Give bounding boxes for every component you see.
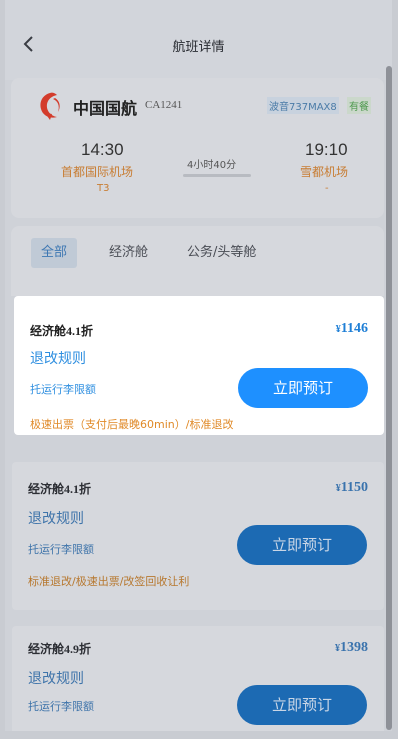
offer-tags: 标准退改/极速出票/改签回收让利 <box>28 575 190 588</box>
arrival-airport: 雪都机场 <box>300 165 349 179</box>
price-value: 1150 <box>340 480 368 495</box>
aircraft-badge: 波音737MAX8 <box>267 97 339 114</box>
offer-tags: 极速出票（支付后最晚60min）/标准退改 <box>30 418 234 431</box>
tab-all[interactable]: 全部 <box>31 238 78 268</box>
tab-business-first[interactable]: 公务/头等舱 <box>177 238 266 268</box>
departure-terminal: T3 <box>97 183 110 194</box>
tab-economy[interactable]: 经济舱 <box>99 238 158 268</box>
flight-info-card: 中国国航 CA1241 波音737MAX8 有餐 14:30 首都国际机场 T3… <box>11 78 384 218</box>
refund-rules-link[interactable]: 退改规则 <box>28 668 84 688</box>
flight-number: CA1241 <box>145 99 183 111</box>
price-value: 1146 <box>340 321 368 336</box>
offer-card-highlighted: 经济舱4.1折 ¥1146 退改规则 托运行李限额 立即预订 极速出票（支付后最… <box>14 296 384 435</box>
cabin-class: 经济舱4.1折 <box>28 482 92 496</box>
departure-airport: 首都国际机场 <box>61 165 134 179</box>
duration-line <box>183 174 251 177</box>
refund-rules-link[interactable]: 退改规则 <box>28 508 84 528</box>
air-china-logo-icon <box>33 89 67 123</box>
baggage-allowance-link[interactable]: 托运行李限额 <box>28 698 94 714</box>
airline-name: 中国国航 <box>73 101 138 118</box>
baggage-allowance-link[interactable]: 托运行李限额 <box>28 541 94 557</box>
baggage-allowance-link[interactable]: 托运行李限额 <box>30 381 96 397</box>
book-now-button[interactable]: 立即预订 <box>238 368 368 408</box>
flight-duration: 4小时40分 <box>187 160 237 171</box>
cabin-class: 经济舱4.9折 <box>28 642 92 656</box>
book-now-button[interactable]: 立即预订 <box>237 525 367 565</box>
arrival-time: 19:10 <box>305 140 348 159</box>
scrollbar[interactable] <box>386 66 392 730</box>
arrival-terminal: - <box>325 183 329 194</box>
offer-card: 经济舱4.1折 ¥1150 退改规则 托运行李限额 立即预订 标准退改/极速出票… <box>12 462 384 610</box>
cabin-tabs: 全部 经济舱 公务/头等舱 <box>11 226 384 296</box>
meal-badge: 有餐 <box>347 97 371 114</box>
page-title: 航班详情 <box>172 40 225 55</box>
offer-price: ¥1398 <box>335 640 368 656</box>
departure-time: 14:30 <box>81 140 124 159</box>
price-value: 1398 <box>340 640 368 655</box>
book-now-button[interactable]: 立即预订 <box>237 685 367 725</box>
cabin-class: 经济舱4.1折 <box>30 324 94 338</box>
offer-price: ¥1146 <box>336 321 368 337</box>
refund-rules-link[interactable]: 退改规则 <box>30 348 86 368</box>
header: 航班详情 <box>5 0 392 80</box>
offer-price: ¥1150 <box>336 480 368 496</box>
offer-card: 经济舱4.9折 ¥1398 退改规则 托运行李限额 立即预订 <box>12 626 384 731</box>
